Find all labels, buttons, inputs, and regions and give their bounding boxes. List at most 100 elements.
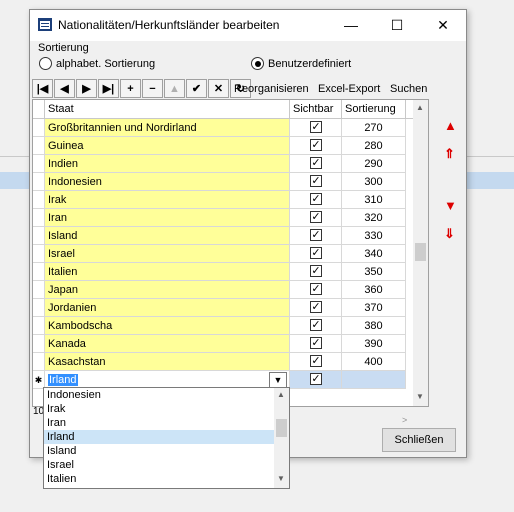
cancel-record-button[interactable]: ✕: [208, 79, 229, 98]
table-row[interactable]: Indonesien ✓ 300: [33, 173, 413, 191]
sortierung-cell[interactable]: 270: [342, 119, 406, 137]
sortierung-cell[interactable]: 280: [342, 137, 406, 155]
sichtbar-cell[interactable]: ✓: [290, 173, 342, 191]
staat-cell[interactable]: Italien: [45, 263, 290, 281]
dropdown-item[interactable]: Italien: [44, 472, 289, 486]
row-indicator[interactable]: [33, 335, 45, 353]
sichtbar-cell[interactable]: ✓: [290, 353, 342, 371]
row-indicator[interactable]: [33, 317, 45, 335]
sichtbar-checkbox[interactable]: ✓: [310, 283, 322, 295]
minimize-button[interactable]: —: [328, 10, 374, 41]
next-record-button[interactable]: ▶: [76, 79, 97, 98]
table-row[interactable]: Jordanien ✓ 370: [33, 299, 413, 317]
delete-record-button[interactable]: −: [142, 79, 163, 98]
sichtbar-cell[interactable]: ✓: [290, 335, 342, 353]
staat-cell[interactable]: Japan: [45, 281, 290, 299]
sichtbar-checkbox[interactable]: ✓: [310, 247, 322, 259]
scroll-down-icon[interactable]: ▼: [416, 392, 424, 401]
dropdown-scrollbar[interactable]: ▲ ▼: [274, 388, 289, 488]
countries-grid[interactable]: Staat Sichtbar Sortierung Großbritannien…: [32, 99, 429, 407]
sichtbar-checkbox[interactable]: ✓: [310, 337, 322, 349]
header-staat[interactable]: Staat: [45, 100, 290, 118]
table-row[interactable]: Kasachstan ✓ 400: [33, 353, 413, 371]
sichtbar-cell[interactable]: ✓: [290, 263, 342, 281]
sichtbar-checkbox[interactable]: ✓: [310, 193, 322, 205]
move-down-icon[interactable]: ▼: [444, 198, 457, 213]
header-sichtbar[interactable]: Sichtbar: [290, 100, 342, 118]
grid-vertical-scrollbar[interactable]: ▲ ▼: [413, 100, 428, 406]
header-sortierung[interactable]: Sortierung: [342, 100, 406, 118]
grid-scroll-thumb[interactable]: [415, 243, 426, 261]
sichtbar-checkbox[interactable]: ✓: [310, 301, 322, 313]
move-top-icon[interactable]: ⇑: [444, 146, 455, 162]
row-indicator[interactable]: [33, 137, 45, 155]
staat-cell[interactable]: Indien: [45, 155, 290, 173]
row-indicator[interactable]: [33, 227, 45, 245]
sortierung-cell[interactable]: 310: [342, 191, 406, 209]
scroll-right-icon[interactable]: >: [402, 415, 407, 425]
table-row[interactable]: Israel ✓ 340: [33, 245, 413, 263]
dropdown-item[interactable]: Island: [44, 444, 289, 458]
sichtbar-checkbox[interactable]: ✓: [310, 319, 322, 331]
sichtbar-cell[interactable]: ✓: [290, 281, 342, 299]
sichtbar-cell[interactable]: ✓: [290, 227, 342, 245]
dropdown-scroll-thumb[interactable]: [276, 419, 287, 437]
staat-cell[interactable]: Kambodscha: [45, 317, 290, 335]
move-up-icon[interactable]: ▲: [444, 118, 457, 133]
last-record-button[interactable]: ▶|: [98, 79, 119, 98]
dropdown-item[interactable]: Indonesien: [44, 388, 289, 402]
row-indicator[interactable]: [33, 299, 45, 317]
sichtbar-checkbox[interactable]: ✓: [310, 121, 322, 133]
sortierung-cell[interactable]: 330: [342, 227, 406, 245]
sortierung-cell[interactable]: 340: [342, 245, 406, 263]
table-row[interactable]: Iran ✓ 320: [33, 209, 413, 227]
reorganize-button[interactable]: Reorganisieren: [234, 83, 309, 95]
edit-record-button[interactable]: ▲: [164, 79, 185, 98]
sichtbar-checkbox[interactable]: ✓: [310, 211, 322, 223]
row-indicator[interactable]: [33, 353, 45, 371]
sichtbar-checkbox[interactable]: ✓: [310, 229, 322, 241]
dropdown-item[interactable]: Irak: [44, 402, 289, 416]
first-record-button[interactable]: |◀: [32, 79, 53, 98]
staat-cell[interactable]: Guinea: [45, 137, 290, 155]
table-row[interactable]: Irak ✓ 310: [33, 191, 413, 209]
new-row-sortierung[interactable]: [342, 371, 406, 389]
sortierung-cell[interactable]: 360: [342, 281, 406, 299]
radio-alphabetic[interactable]: alphabet. Sortierung: [39, 57, 155, 70]
table-row[interactable]: Guinea ✓ 280: [33, 137, 413, 155]
staat-cell[interactable]: Jordanien: [45, 299, 290, 317]
row-indicator[interactable]: [33, 191, 45, 209]
staat-cell[interactable]: Israel: [45, 245, 290, 263]
staat-cell[interactable]: Indonesien: [45, 173, 290, 191]
sichtbar-cell[interactable]: ✓: [290, 191, 342, 209]
maximize-button[interactable]: ☐: [374, 10, 420, 41]
radio-custom[interactable]: Benutzerdefiniert: [251, 57, 351, 70]
sortierung-cell[interactable]: 390: [342, 335, 406, 353]
row-indicator[interactable]: [33, 155, 45, 173]
row-indicator[interactable]: [33, 263, 45, 281]
sortierung-cell[interactable]: 370: [342, 299, 406, 317]
close-button[interactable]: Schließen: [382, 428, 456, 452]
staat-cell[interactable]: Irak: [45, 191, 290, 209]
sichtbar-cell[interactable]: ✓: [290, 155, 342, 173]
sichtbar-cell[interactable]: ✓: [290, 245, 342, 263]
dropdown-scroll-up-icon[interactable]: ▲: [277, 390, 285, 399]
table-row[interactable]: Indien ✓ 290: [33, 155, 413, 173]
row-indicator[interactable]: [33, 281, 45, 299]
sichtbar-checkbox[interactable]: ✓: [310, 139, 322, 151]
sichtbar-checkbox[interactable]: ✓: [310, 265, 322, 277]
table-row[interactable]: Japan ✓ 360: [33, 281, 413, 299]
table-row[interactable]: Island ✓ 330: [33, 227, 413, 245]
sortierung-cell[interactable]: 350: [342, 263, 406, 281]
dropdown-item[interactable]: Iran: [44, 416, 289, 430]
sichtbar-cell[interactable]: ✓: [290, 209, 342, 227]
search-button[interactable]: Suchen: [390, 83, 427, 95]
row-indicator[interactable]: [33, 173, 45, 191]
sichtbar-cell[interactable]: ✓: [290, 137, 342, 155]
dropdown-scroll-down-icon[interactable]: ▼: [277, 474, 285, 483]
sichtbar-checkbox[interactable]: ✓: [310, 175, 322, 187]
radio-alphabetic-circle[interactable]: [39, 57, 52, 70]
dropdown-item[interactable]: Israel: [44, 458, 289, 472]
sichtbar-cell[interactable]: ✓: [290, 119, 342, 137]
post-record-button[interactable]: ✔: [186, 79, 207, 98]
